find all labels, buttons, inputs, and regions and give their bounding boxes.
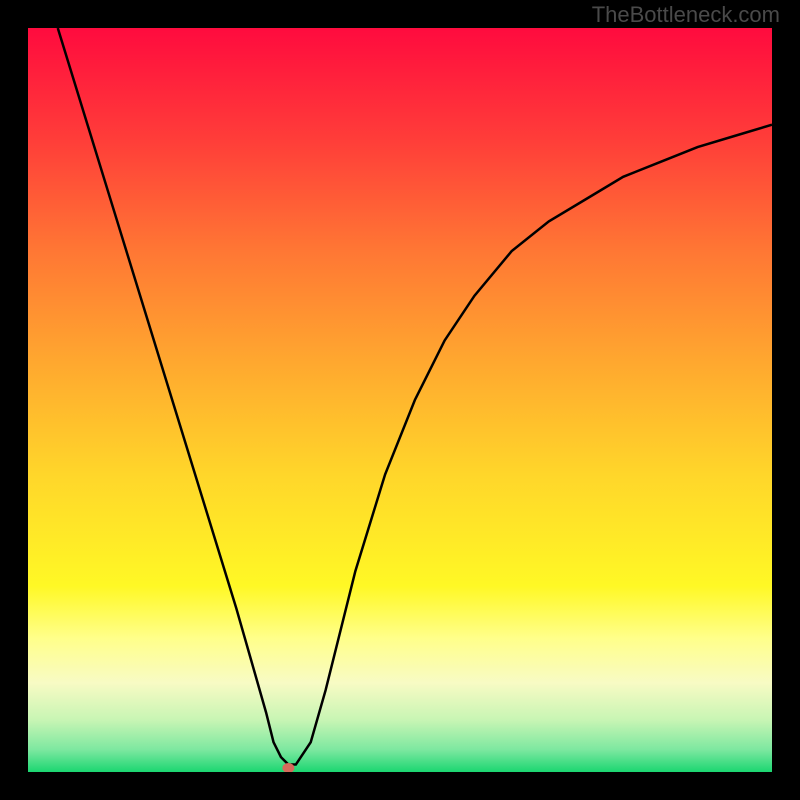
watermark-text: TheBottleneck.com — [592, 2, 780, 28]
plot-area — [28, 28, 772, 772]
gradient-background — [28, 28, 772, 772]
chart-container — [28, 28, 772, 772]
